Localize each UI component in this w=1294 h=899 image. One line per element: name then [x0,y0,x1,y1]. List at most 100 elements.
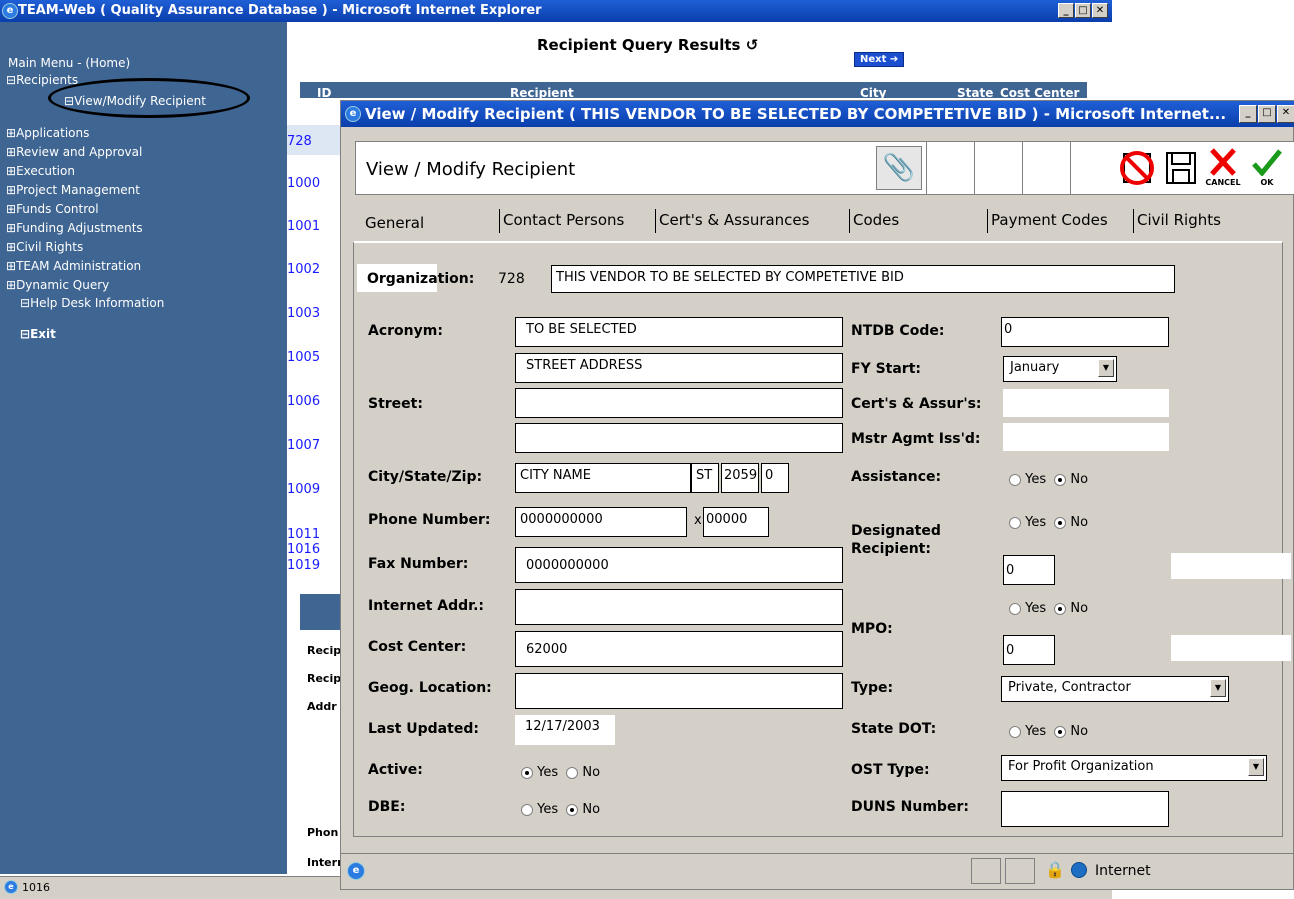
sidebar-item-project-management[interactable]: ⊞Project Management [6,183,140,197]
duns-label: DUNS Number: [851,799,969,815]
phone-ext-field[interactable]: 00000 [703,507,769,537]
zip4-field[interactable]: 0 [761,463,789,493]
ok-button[interactable]: OK [1248,148,1286,190]
assistance-label: Assistance: [851,469,942,485]
page-icon: e [4,880,18,894]
designated-yes-radio[interactable] [1009,516,1021,529]
street-line3-field[interactable] [515,423,843,453]
tab-cert-s-assurances[interactable]: Cert's & Assurances [659,211,809,229]
type-select[interactable]: Private, Contractor ▼ [1001,676,1229,702]
column-header-recipient[interactable]: Recipient [510,82,574,98]
tab-payment-codes[interactable]: Payment Codes [991,211,1108,229]
designated-label-1: Designated [851,523,941,539]
minimize-icon[interactable]: _ [1058,3,1074,18]
mpo-yes-radio[interactable] [1009,602,1021,615]
acronym-field[interactable]: TO BE SELECTED [515,317,843,347]
designated-field[interactable]: 0 [1003,555,1055,585]
expand-icon: ⊞ [6,202,17,216]
ok-label: OK [1260,178,1274,187]
column-header-cost-center[interactable]: Cost Center [1000,82,1079,98]
street-line2-field[interactable] [515,388,843,418]
result-id-link[interactable]: 1006 [287,394,320,409]
expand-icon: ⊞ [6,183,17,197]
minimize-icon[interactable]: _ [1239,105,1257,123]
detail-label: Recip [307,672,342,685]
cancel-button[interactable]: CANCEL [1204,148,1242,190]
fy-start-select[interactable]: January ▼ [1003,356,1117,382]
sidebar-item-civil-rights[interactable]: ⊞Civil Rights [6,240,83,254]
dbe-yes-radio[interactable] [521,803,533,816]
zip-field[interactable]: 20590 [721,463,759,493]
active-yes-radio[interactable] [521,766,533,779]
sidebar-item-exit[interactable]: ⊟Exit [20,327,56,341]
recipient-dialog-window: e View / Modify Recipient ( THIS VENDOR … [340,100,1294,890]
result-id-link[interactable]: 1002 [287,262,320,277]
tab-contact-persons[interactable]: Contact Persons [503,211,624,229]
results-title: Recipient Query Results ↺ [537,36,759,54]
state-dot-no-radio[interactable] [1054,725,1067,738]
tab-divider [1133,209,1134,233]
cost-center-field[interactable]: 62000 [515,631,843,667]
column-header-state[interactable]: State [957,82,993,98]
geog-location-field[interactable] [515,673,843,709]
result-id-link[interactable]: 1001 [287,219,320,234]
main-window-title: TEAM-Web ( Quality Assurance Database ) … [18,3,542,18]
mstr-agmt-field [1003,423,1169,451]
attachment-icon[interactable]: 📎 [876,146,922,190]
result-id-link[interactable]: 728 [287,134,312,149]
internet-field[interactable] [515,589,843,625]
sidebar-item-main-menu[interactable]: Main Menu - (Home) [8,56,130,70]
result-id-link[interactable]: 1019 [287,558,320,573]
dbe-no-radio[interactable] [566,803,579,816]
sidebar-item-team-administration[interactable]: ⊞TEAM Administration [6,259,141,273]
cost-center-label: Cost Center: [368,639,467,655]
column-header-city[interactable]: City [860,82,886,98]
phone-field[interactable]: 0000000000 [515,507,687,537]
close-icon[interactable]: ✕ [1092,3,1108,18]
result-id-link[interactable]: 1009 [287,482,320,497]
state-field[interactable]: ST [691,463,719,493]
save-icon[interactable] [1162,148,1200,188]
active-no-radio[interactable] [566,766,579,779]
sidebar-item-help-desk[interactable]: ⊟Help Desk Information [20,296,164,310]
refresh-icon[interactable]: ↺ [746,36,759,54]
column-header-id[interactable]: ID [317,82,331,98]
fax-field[interactable]: 0000000000 [515,547,843,583]
sidebar-item-execution[interactable]: ⊞Execution [6,164,75,178]
state-dot-yes-radio[interactable] [1009,725,1021,738]
street-line1-field[interactable]: STREET ADDRESS [515,353,843,383]
result-id-link[interactable]: 1005 [287,350,320,365]
sidebar-item-funding-adjustments[interactable]: ⊞Funding Adjustments [6,221,143,235]
ntdb-field[interactable]: 0 [1001,317,1169,347]
organization-name-field[interactable]: THIS VENDOR TO BE SELECTED BY COMPETETIV… [551,265,1175,293]
maximize-icon[interactable]: □ [1258,105,1276,123]
duns-field[interactable] [1001,791,1169,827]
detail-header-bar [300,594,340,630]
mpo-no-radio[interactable] [1054,602,1067,615]
no-print-icon[interactable] [1118,148,1156,188]
city-field[interactable]: CITY NAME [515,463,691,493]
assistance-no-radio[interactable] [1054,473,1067,486]
ost-type-select[interactable]: For Profit Organization ▼ [1001,755,1267,781]
designated-no-radio[interactable] [1054,516,1067,529]
close-icon[interactable]: ✕ [1277,105,1294,123]
result-id-link[interactable]: 1011 [287,527,320,542]
sidebar-item-review-and-approval[interactable]: ⊞Review and Approval [6,145,142,159]
sidebar-item-funds-control[interactable]: ⊞Funds Control [6,202,99,216]
result-id-link[interactable]: 1007 [287,438,320,453]
next-button[interactable]: Next ➔ [854,52,905,67]
mpo-field[interactable]: 0 [1003,635,1055,665]
tab-civil-rights[interactable]: Civil Rights [1137,211,1221,229]
assistance-yes-radio[interactable] [1009,473,1021,486]
dialog-title-bar: e View / Modify Recipient ( THIS VENDOR … [341,101,1294,127]
tab-general[interactable]: General [365,214,424,232]
sidebar-item-recipients[interactable]: ⊟Recipients [6,73,78,87]
result-id-link[interactable]: 1016 [287,542,320,557]
cancel-label: CANCEL [1205,178,1241,187]
sidebar-item-dynamic-query[interactable]: ⊞Dynamic Query [6,278,109,292]
result-id-link[interactable]: 1003 [287,306,320,321]
tab-codes[interactable]: Codes [853,211,899,229]
maximize-icon[interactable]: □ [1075,3,1091,18]
sidebar-item-applications[interactable]: ⊞Applications [6,126,89,140]
result-id-link[interactable]: 1000 [287,176,320,191]
